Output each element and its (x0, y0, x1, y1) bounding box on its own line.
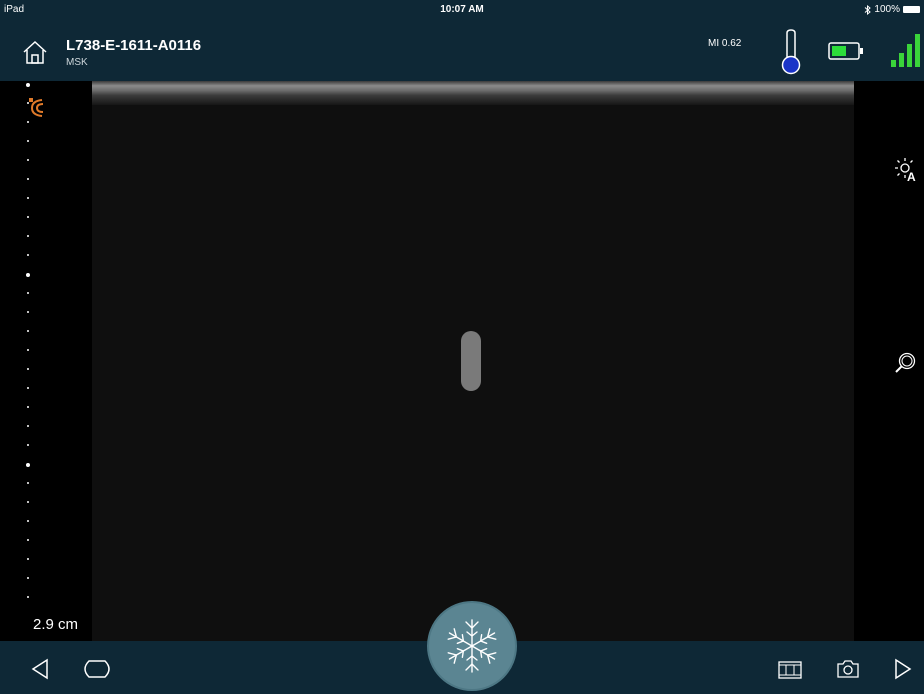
depth-tick (26, 273, 30, 277)
depth-tick (26, 463, 30, 467)
depth-tick (27, 482, 29, 484)
depth-tick (27, 159, 29, 161)
bluetooth-icon (865, 4, 872, 15)
depth-tick (27, 539, 29, 541)
depth-tick (27, 368, 29, 370)
camera-icon[interactable] (836, 658, 860, 680)
depth-tick (27, 501, 29, 503)
zoom-icon[interactable] (894, 351, 918, 375)
depth-tick (27, 121, 29, 123)
image-skin-band (92, 81, 854, 105)
home-icon[interactable] (22, 39, 48, 65)
depth-scale-rail: 2.9 cm (0, 81, 119, 641)
depth-tick (27, 406, 29, 408)
depth-tick (27, 425, 29, 427)
battery-icon (828, 42, 863, 60)
probe-orientation-icon (29, 98, 44, 117)
status-right: 100% (864, 0, 920, 19)
ultrasound-image[interactable] (92, 81, 854, 641)
depth-tick (27, 102, 29, 104)
battery-percent: 100% (874, 4, 900, 15)
depth-tick (27, 178, 29, 180)
depth-tick (27, 292, 29, 294)
thermometer-icon (781, 29, 801, 75)
filmstrip-icon[interactable] (778, 660, 802, 680)
status-battery-icon (903, 6, 920, 13)
header: L738-E-1611-A0116 MSK MI 0.62 (0, 19, 924, 81)
depth-tick (26, 83, 30, 87)
depth-tick (27, 216, 29, 218)
depth-tick (27, 254, 29, 256)
depth-tick (27, 140, 29, 142)
depth-tick (27, 387, 29, 389)
depth-tick (27, 235, 29, 237)
scroll-handle[interactable] (461, 331, 481, 391)
depth-tick (27, 596, 29, 598)
probe-shape-icon[interactable] (80, 658, 114, 680)
preset-label: MSK (66, 57, 88, 68)
depth-tick (27, 311, 29, 313)
tools-rail: A (854, 81, 924, 641)
signal-strength-icon (891, 34, 920, 67)
probe-name: L738-E-1611-A0116 (66, 37, 202, 54)
snowflake-icon (447, 619, 497, 673)
depth-tick (27, 349, 29, 351)
depth-tick (27, 558, 29, 560)
mi-readout: MI 0.62 (708, 38, 742, 49)
freeze-button[interactable] (427, 601, 517, 691)
status-time: 10:07 AM (440, 4, 484, 15)
depth-tick (27, 197, 29, 199)
depth-tick (27, 444, 29, 446)
depth-tick (27, 520, 29, 522)
depth-tick (27, 330, 29, 332)
auto-gain-icon[interactable]: A (894, 157, 920, 183)
triangle-right-icon[interactable] (893, 658, 913, 680)
status-bar: iPad 10:07 AM 100% (0, 0, 924, 19)
triangle-left-icon[interactable] (30, 658, 50, 680)
svg-text:A: A (907, 170, 916, 183)
depth-tick (27, 577, 29, 579)
